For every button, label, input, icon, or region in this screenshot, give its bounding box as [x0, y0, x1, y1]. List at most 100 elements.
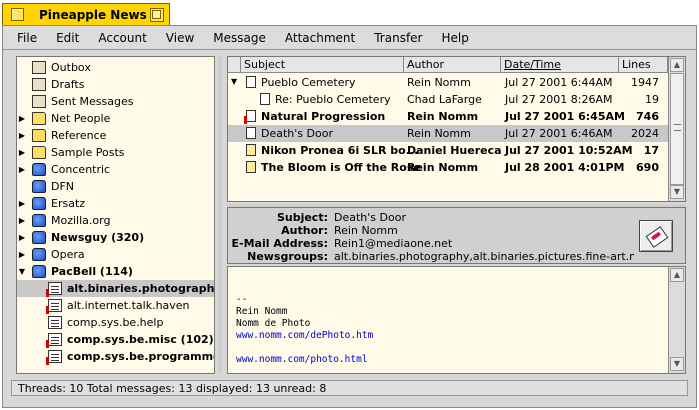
folder-item[interactable]: ▶ Net People: [17, 110, 214, 127]
scroll-up-icon[interactable]: ▲: [670, 268, 684, 282]
message-author: Rein Nomm: [407, 161, 479, 174]
message-row[interactable]: Re: Pueblo Cemetery Chad LaFarge Jul 27 20…: [228, 91, 668, 108]
main-window: File Edit Account View Message Attachment Tran…: [2, 25, 697, 408]
folder-item[interactable]: Drafts: [17, 76, 214, 93]
folder-item[interactable]: ▶ Sample Posts: [17, 144, 214, 161]
body-link[interactable]: www.nomm.com/dePhoto.htm: [236, 330, 373, 341]
folder-list[interactable]: Outbox Drafts Sent Messages ▶ Net People ▶ Ref…: [16, 56, 215, 374]
folder-label: Sent Messages: [51, 95, 134, 108]
scroll-thumb[interactable]: [670, 73, 684, 185]
message-date: Jul 27 2001 6:46AM: [505, 127, 613, 140]
message-row[interactable]: Nikon Pronea 6i SLR bo... Daniel Huereca J…: [228, 142, 668, 159]
message-header: Subject: Death's Door Author: Rein Nomm …: [227, 207, 686, 264]
message-row[interactable]: The Bloom is Off the Rose Rein Nomm Jul 28…: [228, 159, 668, 176]
column-lines[interactable]: Lines: [619, 57, 668, 73]
folder-item[interactable]: ▶ Mozilla.org: [17, 212, 214, 229]
folder-item[interactable]: ▶ Concentric: [17, 161, 214, 178]
message-row[interactable]: ▼ Pueblo Cemetery Rein Nomm Jul 27 2001 6:4…: [228, 74, 668, 91]
folder-item[interactable]: comp.sys.be.misc (102): [17, 331, 214, 348]
disclosure-triangle-icon[interactable]: ▶: [18, 199, 26, 208]
folder-item[interactable]: DFN: [17, 178, 214, 195]
disclosure-triangle-icon[interactable]: ▶: [18, 233, 26, 242]
author-label: Author:: [281, 224, 328, 237]
message-author: Chad LaFarge: [407, 93, 482, 106]
message-body[interactable]: ▲ ▼ -- Rein Nomm Nomm de Photo www.nomm.com…: [227, 266, 686, 374]
menu-account[interactable]: Account: [98, 31, 146, 45]
thread-disclosure-icon[interactable]: ▼: [231, 77, 237, 86]
folder-item[interactable]: ▼ PacBell (114): [17, 263, 214, 280]
message-subject: Re: Pueblo Cemetery: [275, 93, 391, 106]
menu-view[interactable]: View: [166, 31, 194, 45]
message-body-scrollbar[interactable]: ▲ ▼: [668, 267, 685, 373]
menu-file[interactable]: File: [17, 31, 37, 45]
menu-help[interactable]: Help: [442, 31, 469, 45]
folder-label: alt.binaries.photography (8): [67, 282, 215, 295]
menu-attachment[interactable]: Attachment: [285, 31, 355, 45]
column-status[interactable]: [228, 57, 241, 73]
menu-message[interactable]: Message: [213, 31, 266, 45]
message-list-scrollbar[interactable]: ▲ ▼: [668, 57, 685, 201]
menu-transfer[interactable]: Transfer: [374, 31, 422, 45]
sent-messages-icon: [32, 95, 46, 108]
folder-item[interactable]: Outbox: [17, 59, 214, 76]
folder-item[interactable]: Sent Messages: [17, 93, 214, 110]
message-lines: 690: [636, 161, 659, 174]
message-list[interactable]: Subject Author Date/Time Lines ▼ Pueblo C…: [227, 56, 686, 202]
message-subject: Nikon Pronea 6i SLR bo...: [261, 144, 419, 157]
message-read-icon: [260, 93, 270, 105]
message-date: Jul 27 2001 10:52AM: [505, 144, 633, 157]
column-date[interactable]: Date/Time: [501, 57, 619, 73]
window-title: Pineapple News: [39, 7, 147, 22]
disclosure-triangle-icon[interactable]: ▶: [18, 148, 26, 157]
scroll-down-icon[interactable]: ▼: [670, 357, 684, 371]
attachment-icon[interactable]: [639, 220, 673, 252]
message-lines: 1947: [631, 76, 659, 89]
folder-item[interactable]: alt.internet.talk.haven: [17, 297, 214, 314]
message-lines: 2024: [631, 127, 659, 140]
message-date: Jul 27 2001 8:26AM: [505, 93, 613, 106]
menu-bar: File Edit Account View Message Attachment Tran…: [3, 26, 696, 50]
newsgroup-unread-icon: [46, 350, 62, 365]
menu-edit[interactable]: Edit: [56, 31, 79, 45]
pane-splitter[interactable]: [218, 56, 222, 374]
disclosure-triangle-icon[interactable]: ▶: [18, 165, 26, 174]
column-author[interactable]: Author: [404, 57, 501, 73]
window-tab[interactable]: Pineapple News: [2, 3, 170, 25]
disclosure-triangle-icon[interactable]: ▼: [18, 267, 26, 276]
newsgroups-label: Newsgroups:: [247, 250, 328, 263]
message-subject: The Bloom is Off the Rose: [261, 161, 421, 174]
message-lines: 17: [643, 144, 659, 157]
close-box-icon[interactable]: [11, 8, 24, 21]
subject-label: Subject:: [276, 211, 328, 224]
news-server-icon: [32, 163, 46, 176]
folder-item[interactable]: comp.sys.be.help: [17, 314, 214, 331]
folder-label: comp.sys.be.programmer (4): [67, 350, 215, 363]
message-lines: 19: [645, 93, 659, 106]
outbox-icon: [32, 61, 46, 74]
news-server-icon: [32, 197, 46, 210]
disclosure-triangle-icon[interactable]: ▶: [18, 250, 26, 259]
scroll-up-icon[interactable]: ▲: [670, 58, 684, 72]
folder-item[interactable]: alt.binaries.photography (8): [17, 280, 214, 297]
folder-item[interactable]: ▶ Reference: [17, 127, 214, 144]
message-unread-icon: [244, 110, 256, 124]
body-link[interactable]: www.nomm.com/photo.html: [236, 354, 368, 365]
message-row[interactable]: Natural Progression Rein Nomm Jul 27 2001 …: [228, 108, 668, 125]
folder-item[interactable]: comp.sys.be.programmer (4): [17, 348, 214, 365]
folder-label: alt.internet.talk.haven: [67, 299, 190, 312]
folder-item[interactable]: ▶ Newsguy (320): [17, 229, 214, 246]
zoom-box-icon[interactable]: [150, 7, 164, 22]
column-subject[interactable]: Subject: [241, 57, 404, 73]
scroll-down-icon[interactable]: ▼: [670, 185, 684, 199]
folder-label: Reference: [51, 129, 107, 142]
message-row[interactable]: Death's Door Rein Nomm Jul 27 2001 6:46AM 2…: [228, 125, 668, 142]
folder-icon: [32, 146, 46, 159]
disclosure-triangle-icon[interactable]: ▶: [18, 216, 26, 225]
body-line: --: [236, 294, 248, 305]
disclosure-triangle-icon[interactable]: ▶: [18, 131, 26, 140]
disclosure-triangle-icon[interactable]: ▶: [18, 114, 26, 123]
folder-item[interactable]: ▶ Ersatz: [17, 195, 214, 212]
message-author: Daniel Huereca: [407, 144, 502, 157]
folder-item[interactable]: ▶ Opera: [17, 246, 214, 263]
message-read-icon: [246, 76, 256, 88]
